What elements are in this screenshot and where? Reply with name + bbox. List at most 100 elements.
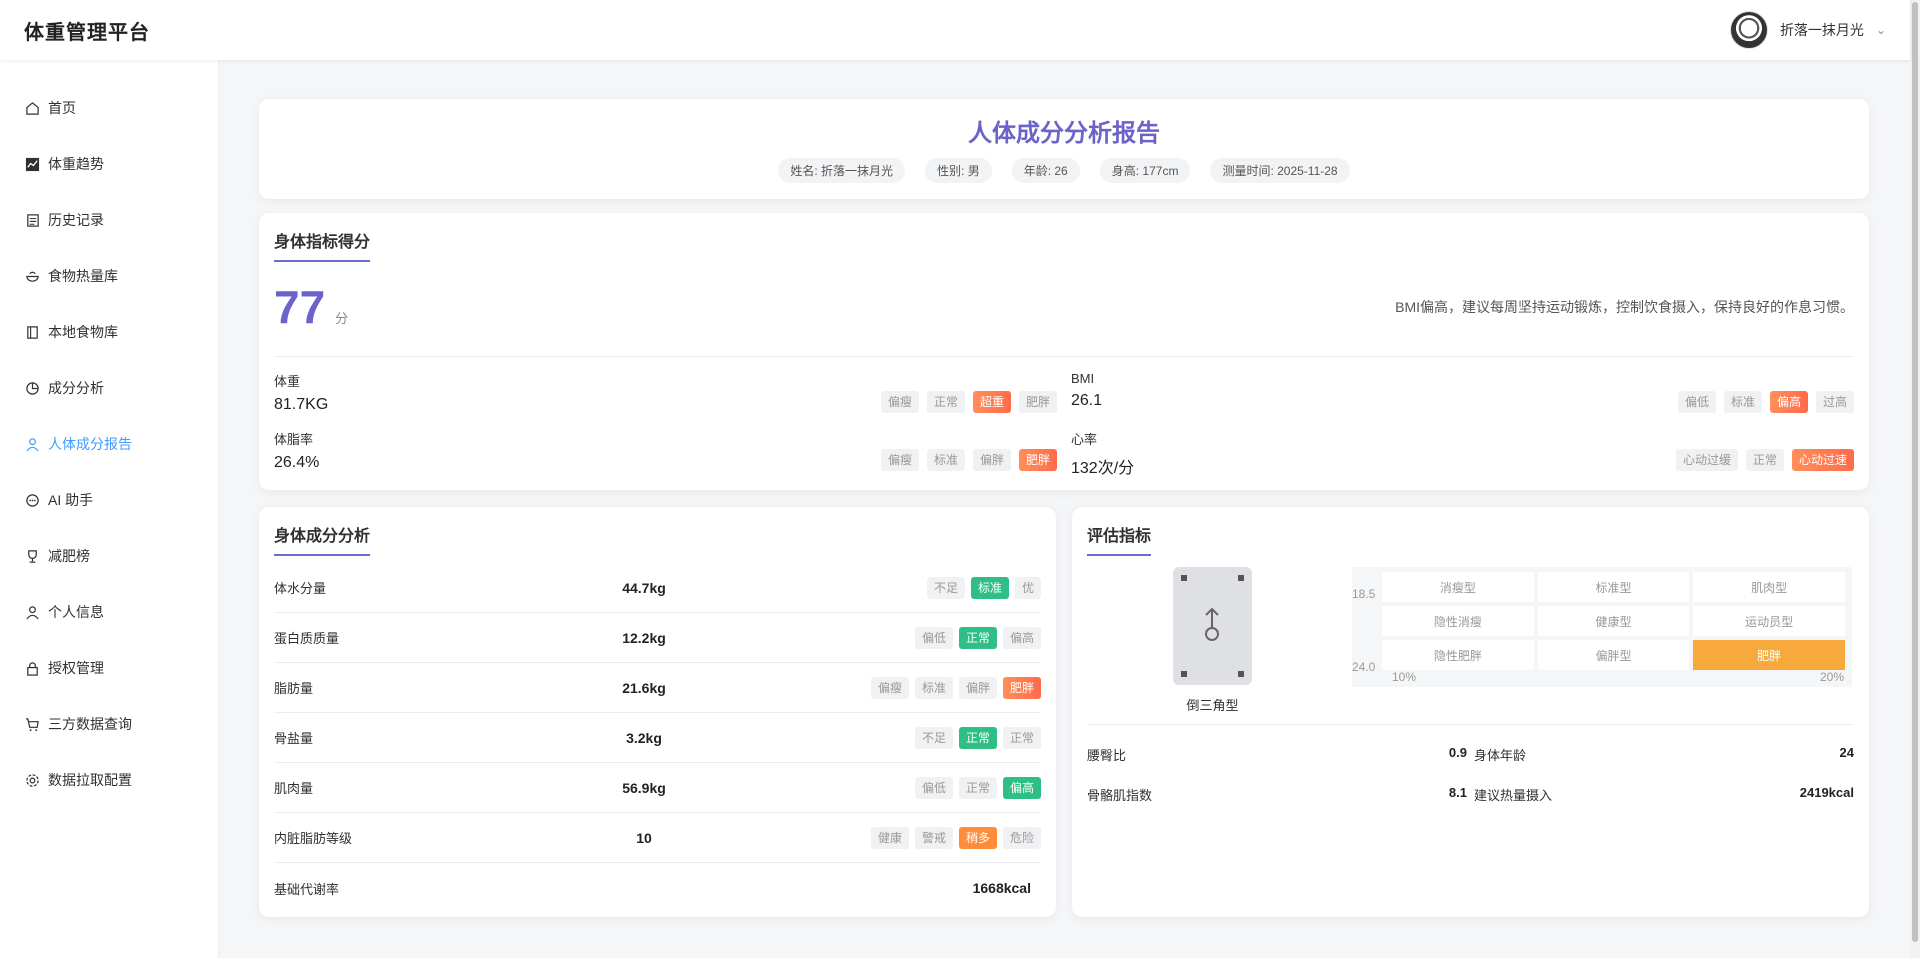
sidebar-item-food-calories[interactable]: 食物热量库 bbox=[0, 248, 218, 304]
sidebar-item-ai-assistant[interactable]: AI 助手 bbox=[0, 472, 218, 528]
metric-heart-rate: 心率 132次/分 bbox=[1071, 429, 1134, 478]
sidebar-item-label: 三方数据查询 bbox=[48, 716, 132, 732]
status-tag: 标准 bbox=[926, 449, 965, 471]
row-value: 10 bbox=[636, 829, 652, 846]
status-tag: 不足 bbox=[914, 726, 953, 749]
status-tag-active: 心动过速 bbox=[1791, 449, 1854, 471]
status-tag: 正常 bbox=[1002, 726, 1041, 749]
status-tag: 警戒 bbox=[914, 826, 953, 849]
row-tags: 不足 标准 优 bbox=[714, 576, 1041, 599]
avatar[interactable] bbox=[1729, 11, 1768, 49]
app-brand: 体重管理平台 bbox=[24, 21, 150, 44]
row-value: 12.2kg bbox=[622, 629, 666, 646]
sidebar-item-weight-trend[interactable]: 体重趋势 bbox=[0, 136, 218, 192]
chat-icon bbox=[24, 492, 40, 508]
document-icon bbox=[24, 212, 40, 228]
row-tags: 偏低 正常 偏高 bbox=[714, 626, 1041, 649]
status-tag-active: 正常 bbox=[958, 726, 997, 749]
grid-cell: 偏胖型 bbox=[1537, 640, 1690, 670]
status-tag-active: 肥胖 bbox=[1018, 449, 1057, 471]
indicator-value: 0.9 bbox=[1448, 745, 1467, 760]
table-row: 蛋白质质量 12.2kg 偏低 正常 偏高 bbox=[274, 613, 1041, 663]
chevron-down-icon[interactable]: ⌄ bbox=[1876, 23, 1886, 37]
grid-cell: 隐性消瘦 bbox=[1382, 606, 1534, 636]
metric-value: 132次/分 bbox=[1071, 460, 1135, 477]
score-summary: 77 分 BMI偏高，建议每周坚持运动锻炼，控制饮食摄入，保持良好的作息习惯。 bbox=[274, 280, 1854, 357]
status-tag: 偏高 bbox=[1002, 626, 1041, 649]
sidebar-item-data-config[interactable]: 数据拉取配置 bbox=[0, 752, 218, 808]
metric-bmi: BMI 26.1 bbox=[1071, 371, 1102, 410]
metric-tags: 偏瘦 标准 偏胖 肥胖 bbox=[880, 449, 1057, 471]
gear-icon bbox=[24, 772, 40, 788]
metric-value: 26.1 bbox=[1071, 392, 1103, 409]
sidebar-item-third-party[interactable]: 三方数据查询 bbox=[0, 696, 218, 752]
evaluation-card: 评估指标 倒三角型 18.5 24.0 10% 20% 消瘦型 标准型 肌肉型 … bbox=[1072, 507, 1869, 917]
body-type-matrix: 18.5 24.0 10% 20% 消瘦型 标准型 肌肉型 隐性消瘦 健康型 运… bbox=[1352, 567, 1852, 687]
status-tag: 偏胖 bbox=[958, 676, 997, 699]
row-name: 体水分量 bbox=[274, 581, 327, 596]
y-axis-label: 24.0 bbox=[1352, 660, 1376, 674]
sidebar-item-label: 数据拉取配置 bbox=[48, 772, 132, 788]
status-tag: 偏低 bbox=[914, 626, 953, 649]
report-info-pills: 姓名: 折落一抹月光 性别: 男 年龄: 26 身高: 177cm 测量时间: … bbox=[259, 158, 1869, 183]
table-row: 基础代谢率 1668kcal bbox=[274, 863, 1041, 913]
row-name: 骨盐量 bbox=[274, 731, 314, 746]
male-symbol-icon bbox=[1205, 607, 1219, 641]
home-icon bbox=[24, 100, 40, 116]
grid-cell: 标准型 bbox=[1537, 572, 1690, 602]
sidebar-item-leaderboard[interactable]: 减肥榜 bbox=[0, 528, 218, 584]
sidebar-item-label: AI 助手 bbox=[48, 492, 94, 508]
sidebar-item-label: 首页 bbox=[48, 100, 76, 116]
corner-marker bbox=[1181, 575, 1187, 581]
username[interactable]: 折落一抹月光 bbox=[1780, 20, 1864, 40]
status-tag: 标准 bbox=[1723, 391, 1762, 413]
scrollbar-thumb[interactable] bbox=[1912, 2, 1918, 942]
row-tags: 偏瘦 标准 偏胖 肥胖 bbox=[714, 676, 1041, 699]
report-header-card: 人体成分分析报告 姓名: 折落一抹月光 性别: 男 年龄: 26 身高: 177… bbox=[259, 99, 1869, 199]
sidebar-item-authorization[interactable]: 授权管理 bbox=[0, 640, 218, 696]
page-scrollbar[interactable] bbox=[1910, 0, 1920, 958]
grid-cell-highlighted: 肥胖 bbox=[1693, 640, 1845, 670]
status-tag: 正常 bbox=[1745, 449, 1784, 471]
row-name: 内脏脂肪等级 bbox=[274, 831, 353, 846]
sidebar-item-label: 体重趋势 bbox=[48, 156, 104, 172]
sidebar-item-label: 减肥榜 bbox=[48, 548, 90, 564]
sidebar-item-profile[interactable]: 个人信息 bbox=[0, 584, 218, 640]
score-card: 身体指标得分 77 分 BMI偏高，建议每周坚持运动锻炼，控制饮食摄入，保持良好的… bbox=[259, 213, 1869, 490]
row-name: 基础代谢率 bbox=[274, 881, 340, 897]
row-value: 44.7kg bbox=[622, 579, 666, 596]
row-value: 21.6kg bbox=[622, 679, 666, 696]
indicator-value: 24 bbox=[1839, 745, 1854, 760]
status-tag: 标准 bbox=[914, 676, 953, 699]
sidebar-item-composition[interactable]: 成分分析 bbox=[0, 360, 218, 416]
table-row: 脂肪量 21.6kg 偏瘦 标准 偏胖 肥胖 bbox=[274, 663, 1041, 713]
bowl-icon bbox=[24, 268, 40, 284]
status-tag: 正常 bbox=[958, 776, 997, 799]
indicator-waist-hip: 腰臀比 0.9 bbox=[1087, 745, 1467, 764]
indicator-label: 腰臀比 bbox=[1087, 748, 1127, 763]
row-name: 肌肉量 bbox=[274, 781, 314, 796]
status-tag: 偏瘦 bbox=[870, 676, 909, 699]
metric-tags: 偏低 标准 偏高 过高 bbox=[1677, 391, 1854, 413]
grid-cell: 肌肉型 bbox=[1693, 572, 1845, 602]
info-pill-name: 姓名: 折落一抹月光 bbox=[778, 158, 906, 183]
metric-label: 体重 bbox=[274, 374, 301, 389]
user-menu[interactable]: 折落一抹月光 ⌄ bbox=[1729, 11, 1886, 49]
x-axis-label: 20% bbox=[1819, 670, 1844, 684]
trend-chart-icon bbox=[24, 156, 40, 172]
indicator-label: 建议热量摄入 bbox=[1474, 788, 1553, 803]
section-title: 身体指标得分 bbox=[274, 228, 371, 262]
status-tag-active: 偏高 bbox=[1769, 391, 1808, 413]
sidebar-item-local-food[interactable]: 本地食物库 bbox=[0, 304, 218, 360]
metric-value: 81.7KG bbox=[274, 396, 329, 413]
corner-marker bbox=[1238, 671, 1244, 677]
trophy-icon bbox=[24, 548, 40, 564]
status-tag: 偏胖 bbox=[972, 449, 1011, 471]
sidebar-item-history[interactable]: 历史记录 bbox=[0, 192, 218, 248]
metric-tags: 偏瘦 正常 超重 肥胖 bbox=[880, 391, 1057, 413]
status-tag-active: 偏高 bbox=[1002, 776, 1041, 799]
status-tag: 偏瘦 bbox=[880, 449, 919, 471]
status-tag: 心动过缓 bbox=[1675, 449, 1738, 471]
sidebar-item-body-report[interactable]: 人体成分报告 bbox=[0, 416, 218, 472]
sidebar-item-home[interactable]: 首页 bbox=[0, 80, 218, 136]
